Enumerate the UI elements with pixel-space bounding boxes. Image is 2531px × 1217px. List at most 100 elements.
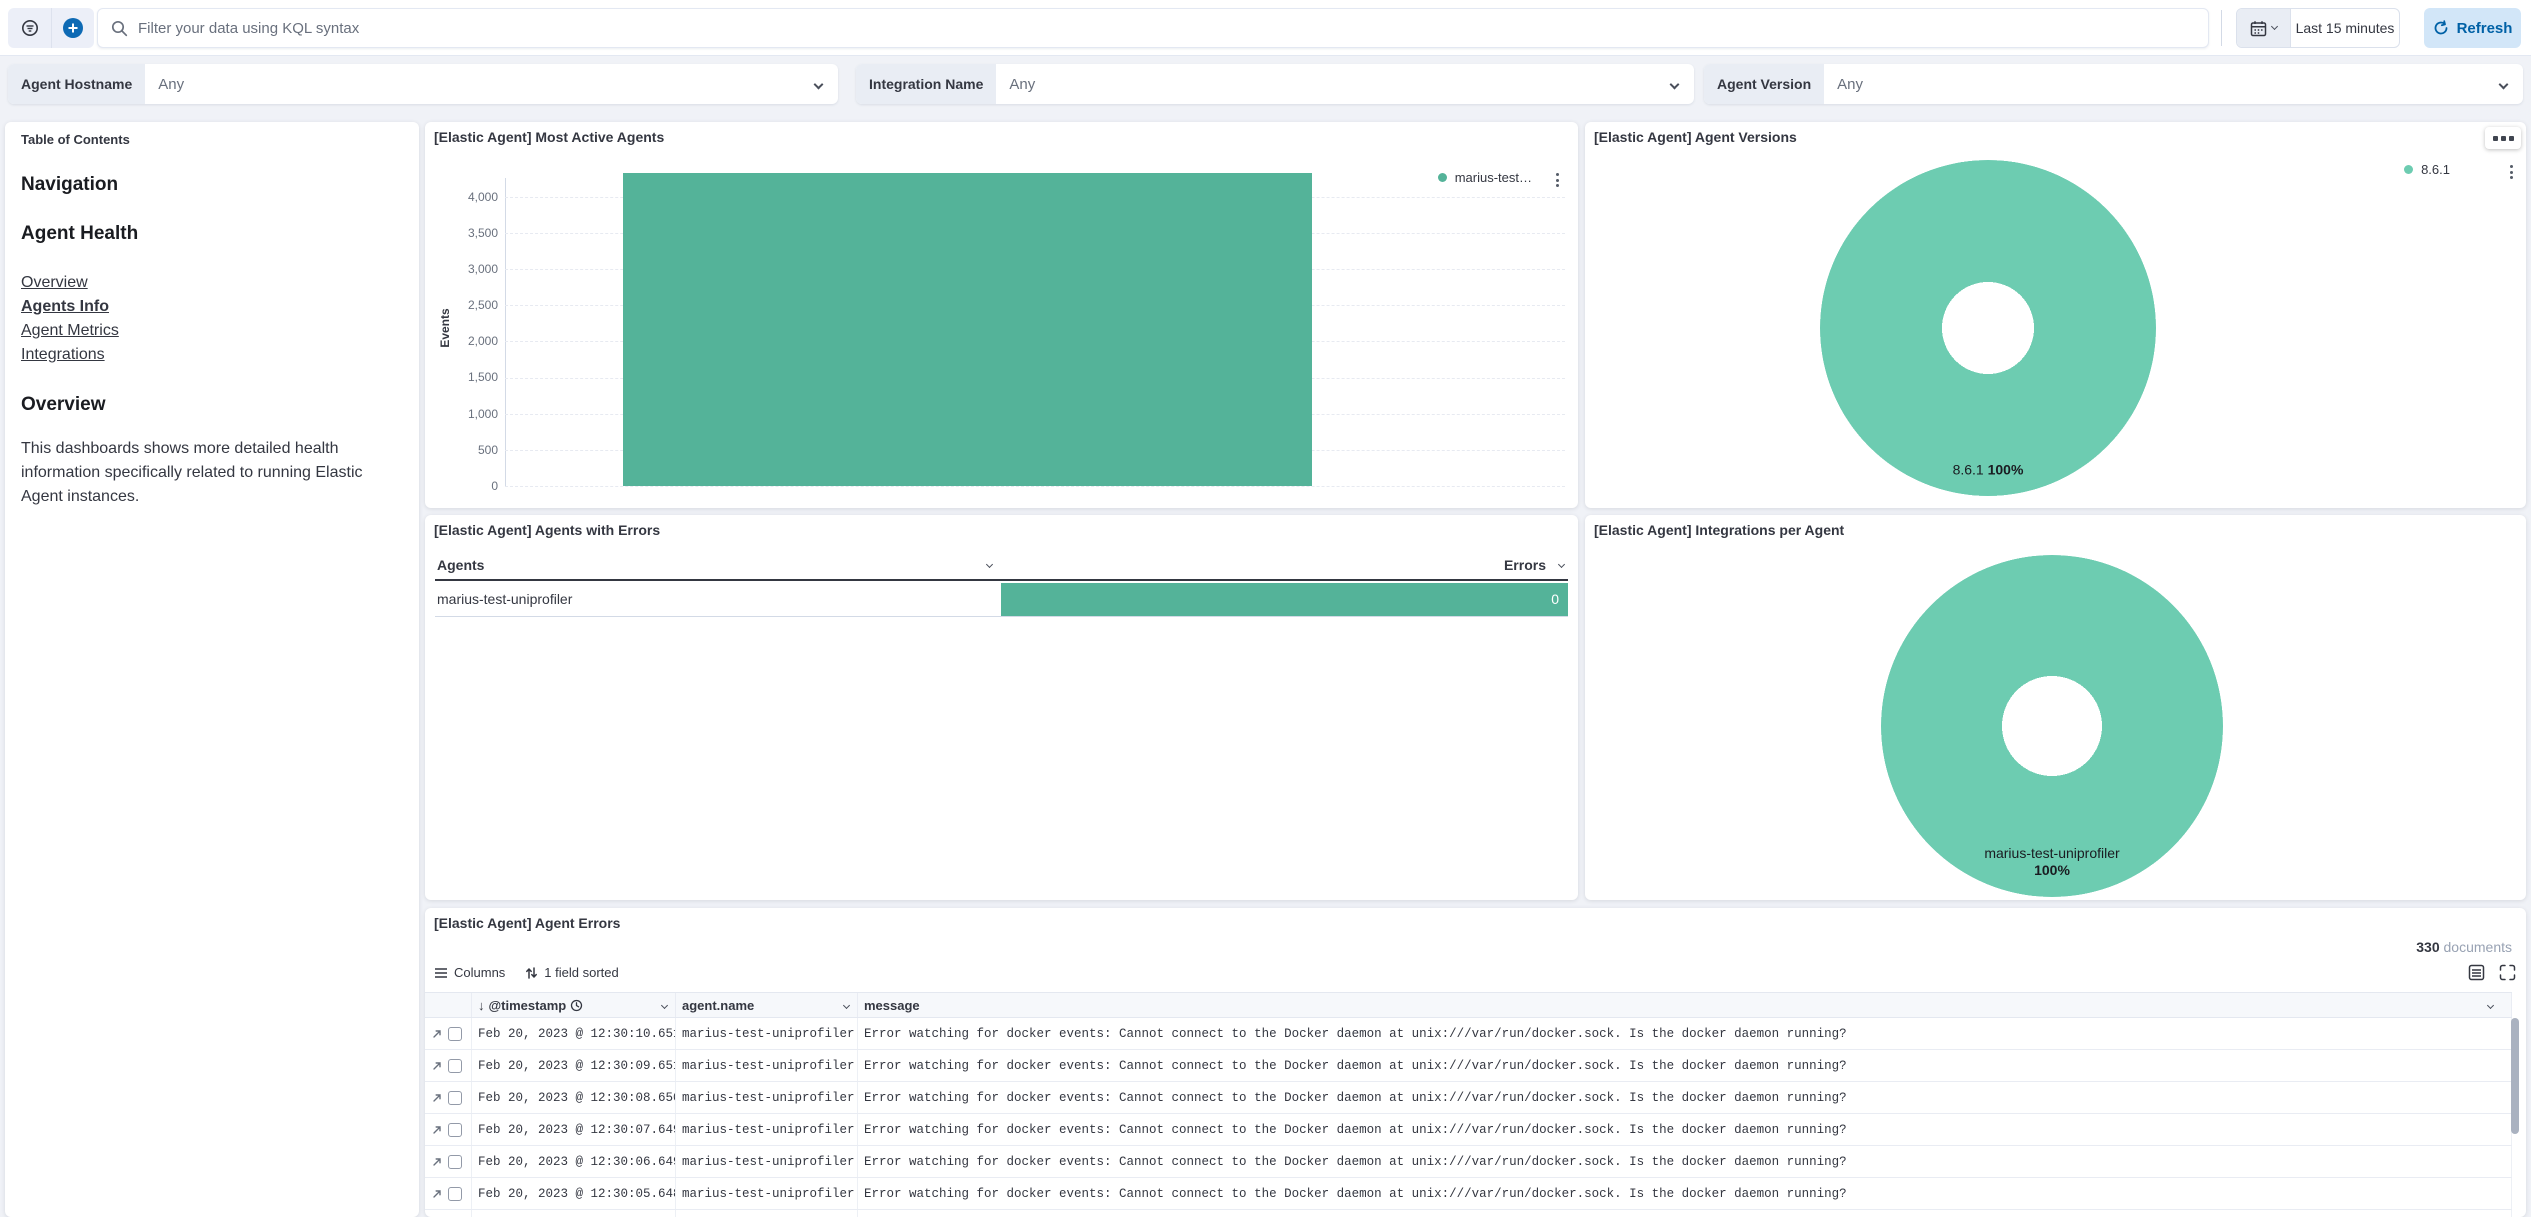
- errors-table-header: Agents Errors: [435, 553, 1568, 581]
- table-row[interactable]: Feb 20, 2023 @ 12:30:08.650 marius-test-…: [425, 1082, 2512, 1114]
- top-navbar: Last 15 minutes Refresh: [0, 0, 2531, 56]
- table-row[interactable]: Feb 20, 2023 @ 12:30:10.651 marius-test-…: [425, 1018, 2512, 1050]
- fullscreen-icon[interactable]: [2499, 964, 2516, 981]
- filter-agent-hostname[interactable]: Agent Hostname Any: [8, 64, 838, 104]
- row-checkbox[interactable]: [448, 1187, 462, 1201]
- expand-row-icon[interactable]: [431, 1092, 443, 1104]
- agent-name-column-header[interactable]: agent.name: [676, 993, 858, 1017]
- row-checkbox[interactable]: [448, 1091, 462, 1105]
- donut-slice-label: 8.6.1 100%: [1953, 462, 2024, 479]
- chevron-down-icon[interactable]: [843, 1002, 850, 1009]
- chevron-down-icon: [2271, 23, 2278, 30]
- toc-link-agent-metrics[interactable]: Agent Metrics: [21, 319, 403, 343]
- filter-label: Agent Version: [1704, 64, 1824, 104]
- table-row[interactable]: marius-test-uniprofiler 0: [435, 583, 1568, 617]
- chevron-down-icon: [1670, 79, 1680, 89]
- vertical-scrollbar[interactable]: [2511, 1018, 2519, 1134]
- events-bar[interactable]: [623, 173, 1312, 486]
- toc-heading-navigation: Navigation: [21, 174, 403, 196]
- agent-name-cell: marius-test-uniprofiler: [676, 1050, 858, 1081]
- expand-row-icon[interactable]: [431, 1028, 443, 1040]
- sort-fields-button[interactable]: 1 field sorted: [525, 965, 618, 980]
- timestamp-column-header[interactable]: ↓ @timestamp: [472, 993, 676, 1017]
- legend-actions-icon[interactable]: [1553, 170, 1562, 190]
- quick-select-calendar-button[interactable]: [2237, 9, 2291, 47]
- calendar-icon: [2250, 20, 2267, 37]
- display-options-icon[interactable]: [2468, 964, 2485, 981]
- table-row[interactable]: Feb 20, 2023 @ 12:30:05.648 marius-test-…: [425, 1178, 2512, 1210]
- toc-link-overview[interactable]: Overview: [21, 271, 403, 295]
- y-tick: 3,500: [425, 226, 498, 240]
- column-header-errors[interactable]: Errors: [1504, 557, 1546, 573]
- table-row[interactable]: Feb 20, 2023 @ 12:30:06.649 marius-test-…: [425, 1146, 2512, 1178]
- bar-chart-plot-area: [505, 170, 1565, 486]
- agent-name-cell: marius-test-uniprofiler: [676, 1082, 858, 1113]
- chevron-down-icon[interactable]: [986, 561, 993, 568]
- timestamp-cell: Feb 20, 2023 @ 12:30:10.651: [472, 1018, 676, 1049]
- refresh-button[interactable]: Refresh: [2424, 8, 2521, 48]
- expand-row-icon[interactable]: [431, 1124, 443, 1136]
- filter-integration-name[interactable]: Integration Name Any: [856, 64, 1694, 104]
- grid-rows: Feb 20, 2023 @ 12:30:10.651 marius-test-…: [425, 1018, 2512, 1217]
- integrations-per-agent-panel: [Elastic Agent] Integrations per Agent m…: [1585, 515, 2526, 900]
- filter-agent-version[interactable]: Agent Version Any: [1704, 64, 2523, 104]
- legend-actions-icon[interactable]: [2507, 162, 2516, 182]
- chart-legend: 8.6.1: [2404, 162, 2450, 177]
- timestamp-cell: Feb 20, 2023 @ 12:30:08.650: [472, 1082, 676, 1113]
- slice-percent: 100%: [2034, 862, 2070, 878]
- timestamp-cell: Feb 20, 2023 @ 12:30:04.647: [472, 1210, 676, 1217]
- column-label: @timestamp: [489, 998, 567, 1013]
- slice-name: 8.6.1: [1953, 462, 1984, 478]
- row-checkbox[interactable]: [448, 1123, 462, 1137]
- row-checkbox[interactable]: [448, 1059, 462, 1073]
- message-column-header[interactable]: message: [858, 993, 2512, 1017]
- table-row[interactable]: Feb 20, 2023 @ 12:30:04.647 marius-test-…: [425, 1210, 2512, 1217]
- message-cell: Error watching for docker events: Cannot…: [858, 1146, 2512, 1177]
- expand-row-icon[interactable]: [431, 1060, 443, 1072]
- saved-query-filter-icon[interactable]: [8, 8, 51, 48]
- donut-slice-label: marius-test-uniprofiler 100%: [1984, 845, 2119, 879]
- table-row[interactable]: Feb 20, 2023 @ 12:30:07.649 marius-test-…: [425, 1114, 2512, 1146]
- agent-name-cell: marius-test-uniprofiler: [676, 1210, 858, 1217]
- toc-link-agents-info[interactable]: Agents Info: [21, 295, 403, 319]
- toc-link-integrations[interactable]: Integrations: [21, 343, 403, 367]
- kql-search-input[interactable]: [138, 20, 2195, 37]
- agent-name-cell: marius-test-uniprofiler: [437, 591, 572, 607]
- time-range-picker: Last 15 minutes: [2236, 8, 2400, 48]
- expand-row-icon[interactable]: [431, 1156, 443, 1168]
- add-filter-icon[interactable]: [51, 8, 94, 48]
- chevron-down-icon[interactable]: [661, 1002, 668, 1009]
- agents-with-errors-panel: [Elastic Agent] Agents with Errors Agent…: [425, 515, 1578, 900]
- message-cell: Error watching for docker events: Cannot…: [858, 1114, 2512, 1145]
- y-tick: 0: [425, 479, 498, 493]
- query-menu-group: [8, 8, 94, 48]
- row-checkbox[interactable]: [448, 1027, 462, 1041]
- legend-label[interactable]: marius-test…: [1455, 170, 1532, 185]
- row-checkbox[interactable]: [448, 1155, 462, 1169]
- kql-search-bar: [97, 8, 2209, 48]
- panel-options-icon[interactable]: [2485, 127, 2521, 149]
- time-range-value[interactable]: Last 15 minutes: [2291, 9, 2399, 47]
- toc-link-list: Overview Agents Info Agent Metrics Integ…: [21, 271, 403, 367]
- timestamp-cell: Feb 20, 2023 @ 12:30:07.649: [472, 1114, 676, 1145]
- chevron-down-icon[interactable]: [1558, 561, 1565, 568]
- topbar-divider: [2221, 10, 2222, 46]
- chevron-down-icon[interactable]: [2487, 1002, 2494, 1009]
- legend-label[interactable]: 8.6.1: [2421, 162, 2450, 177]
- columns-label: Columns: [454, 965, 505, 980]
- agent-versions-panel: [Elastic Agent] Agent Versions 8.6.1 100…: [1585, 122, 2526, 508]
- clock-icon: [570, 999, 583, 1012]
- document-count: 330 documents: [2416, 939, 2512, 955]
- y-tick: 3,000: [425, 262, 498, 276]
- versions-donut-chart[interactable]: [1820, 160, 2156, 496]
- slice-name: marius-test-uniprofiler: [1984, 845, 2119, 861]
- table-row[interactable]: Feb 20, 2023 @ 12:30:09.651 marius-test-…: [425, 1050, 2512, 1082]
- column-header-agents[interactable]: Agents: [437, 557, 484, 573]
- columns-button[interactable]: Columns: [434, 965, 505, 980]
- sorted-fields-label: 1 field sorted: [544, 965, 618, 980]
- agent-name-cell: marius-test-uniprofiler: [676, 1178, 858, 1209]
- y-tick: 1,500: [425, 370, 498, 384]
- expand-row-icon[interactable]: [431, 1188, 443, 1200]
- filter-value: Any: [145, 64, 815, 104]
- column-label: agent.name: [682, 998, 754, 1013]
